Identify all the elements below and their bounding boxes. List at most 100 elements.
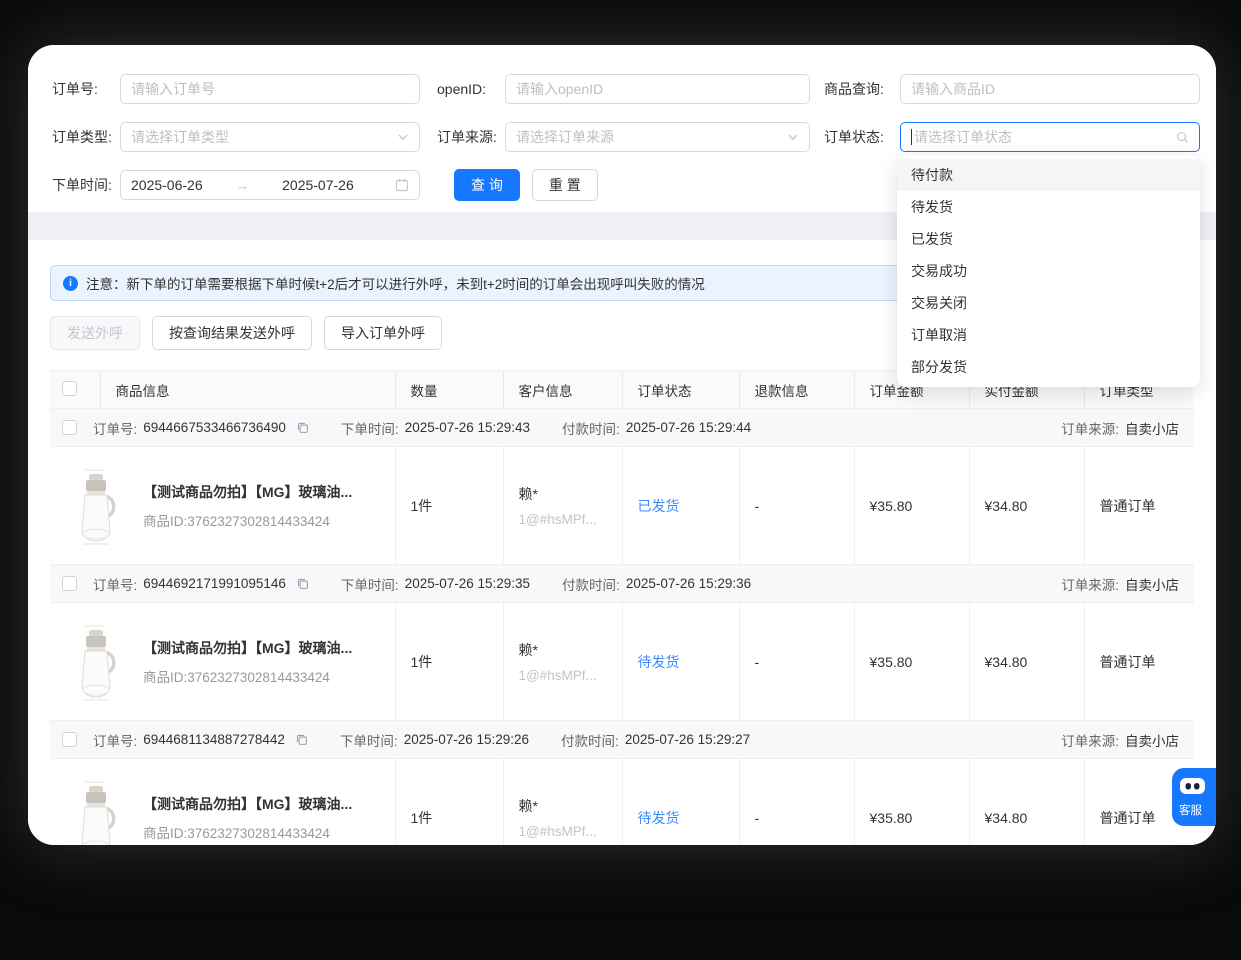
- source-label: 订单来源:: [1061, 574, 1119, 594]
- date-start[interactable]: 2025-06-26: [131, 177, 203, 193]
- copy-icon[interactable]: [296, 421, 309, 434]
- product-query-input[interactable]: [911, 81, 1189, 97]
- order-group-row: 订单号: 6944681134887278442 下单时间: 2025-07-2…: [50, 721, 1194, 759]
- robot-icon: [1179, 776, 1206, 799]
- product-image: [65, 462, 127, 550]
- order-status[interactable]: 待发货: [638, 654, 680, 670]
- order-type-select[interactable]: 请选择订单类型: [120, 122, 420, 152]
- order-type-cell: 普通订单: [1084, 603, 1194, 721]
- order-no-label: 订单号:: [93, 574, 137, 594]
- openid-input[interactable]: [516, 81, 799, 97]
- customer-id: 1@#hsMPf...: [519, 668, 614, 683]
- order-checkbox[interactable]: [62, 732, 77, 747]
- created-value: 2025-07-26 15:29:35: [405, 576, 530, 591]
- paid-value: 2025-07-26 15:29:36: [626, 576, 751, 591]
- order-amount-cell: ¥35.80: [854, 759, 969, 846]
- status-option[interactable]: 部分发货: [897, 351, 1200, 383]
- refund-cell: -: [739, 759, 854, 846]
- order-group-row: 订单号: 6944692171991095146 下单时间: 2025-07-2…: [50, 565, 1194, 603]
- status-option[interactable]: 已发货: [897, 223, 1200, 255]
- created-value: 2025-07-26 15:29:26: [404, 732, 529, 747]
- product-title[interactable]: 【测试商品勿拍】【MG】玻璃油...: [143, 638, 352, 658]
- order-no-label: 订单号:: [93, 730, 137, 750]
- order-amount-cell: ¥35.80: [854, 603, 969, 721]
- qty-cell: 1件: [395, 603, 503, 721]
- paid-amount-cell: ¥34.80: [969, 447, 1084, 565]
- order-source-select[interactable]: 请选择订单来源: [505, 122, 810, 152]
- col-refund: 退款信息: [739, 371, 854, 409]
- status-option[interactable]: 待付款: [897, 159, 1200, 191]
- product-title[interactable]: 【测试商品勿拍】【MG】玻璃油...: [143, 794, 352, 814]
- order-status-dropdown: 待付款 待发货 已发货 交易成功 交易关闭 订单取消 部分发货: [897, 155, 1200, 387]
- order-status-select[interactable]: 请选择订单状态: [900, 122, 1200, 152]
- refund-cell: -: [739, 447, 854, 565]
- order-source-placeholder: 请选择订单来源: [516, 127, 614, 147]
- order-checkbox[interactable]: [62, 420, 77, 435]
- info-icon: i: [63, 276, 78, 291]
- customer-cell: 赖* 1@#hsMPf...: [503, 759, 622, 846]
- created-value: 2025-07-26 15:29:43: [405, 420, 530, 435]
- customer-id: 1@#hsMPf...: [519, 512, 614, 527]
- copy-icon[interactable]: [296, 577, 309, 590]
- order-status[interactable]: 已发货: [638, 498, 680, 514]
- service-label: 客服: [1179, 802, 1202, 818]
- created-label: 下单时间:: [341, 418, 399, 438]
- order-source-label: 订单来源:: [437, 127, 505, 147]
- order-group-row: 订单号: 6944667533466736490 下单时间: 2025-07-2…: [50, 409, 1194, 447]
- customer-cell: 赖* 1@#hsMPf...: [503, 447, 622, 565]
- source-value: 自卖小店: [1125, 730, 1179, 750]
- date-range-picker[interactable]: 2025-06-26 → 2025-07-26: [120, 170, 420, 200]
- chevron-down-icon: [397, 131, 409, 143]
- qty-cell: 1件: [395, 447, 503, 565]
- order-type-placeholder: 请选择订单类型: [131, 127, 229, 147]
- notice-text: 注意：新下单的订单需要根据下单时候t+2后才可以进行外呼，未到t+2时间的订单会…: [86, 273, 705, 293]
- order-status-placeholder: 请选择订单状态: [914, 127, 1012, 147]
- source-label: 订单来源:: [1061, 418, 1119, 438]
- created-label: 下单时间:: [340, 730, 398, 750]
- order-no-input[interactable]: [131, 81, 409, 97]
- customer-name: 赖*: [519, 640, 614, 660]
- refund-cell: -: [739, 603, 854, 721]
- status-option[interactable]: 待发货: [897, 191, 1200, 223]
- text-cursor: [911, 129, 912, 145]
- product-image: [65, 774, 127, 846]
- order-item-row: 【测试商品勿拍】【MG】玻璃油... 商品ID:3762327302814433…: [50, 759, 1194, 846]
- product-image: [65, 618, 127, 706]
- source-label: 订单来源:: [1061, 730, 1119, 750]
- customer-service-button[interactable]: 客服: [1172, 768, 1216, 826]
- date-range-arrow: →: [230, 178, 255, 193]
- paid-amount-cell: ¥34.80: [969, 759, 1084, 846]
- copy-icon[interactable]: [295, 733, 308, 746]
- order-type-cell: 普通订单: [1084, 447, 1194, 565]
- send-call-button[interactable]: 发送外呼: [50, 316, 140, 350]
- col-product: 商品信息: [100, 371, 395, 409]
- order-checkbox[interactable]: [62, 576, 77, 591]
- order-no-value: 6944667533466736490: [143, 420, 286, 435]
- order-no-label: 订单号:: [52, 79, 120, 99]
- paid-value: 2025-07-26 15:29:44: [626, 420, 751, 435]
- col-status: 订单状态: [622, 371, 739, 409]
- status-option[interactable]: 交易关闭: [897, 287, 1200, 319]
- order-status[interactable]: 待发货: [638, 810, 680, 826]
- product-query-input-wrap: [900, 74, 1200, 104]
- reset-button[interactable]: 重 置: [532, 169, 598, 201]
- date-end[interactable]: 2025-07-26: [282, 177, 354, 193]
- status-option[interactable]: 订单取消: [897, 319, 1200, 351]
- openid-input-wrap: [505, 74, 810, 104]
- order-type-label: 订单类型:: [52, 127, 120, 147]
- order-no-input-wrap: [120, 74, 420, 104]
- order-no-value: 6944692171991095146: [143, 576, 286, 591]
- qty-cell: 1件: [395, 759, 503, 846]
- import-orders-button[interactable]: 导入订单外呼: [324, 316, 442, 350]
- paid-value: 2025-07-26 15:29:27: [625, 732, 750, 747]
- created-label: 下单时间:: [341, 574, 399, 594]
- select-all-checkbox[interactable]: [62, 381, 77, 396]
- paid-label: 付款时间:: [562, 574, 620, 594]
- order-item-row: 【测试商品勿拍】【MG】玻璃油... 商品ID:3762327302814433…: [50, 447, 1194, 565]
- order-item-row: 【测试商品勿拍】【MG】玻璃油... 商品ID:3762327302814433…: [50, 603, 1194, 721]
- search-button[interactable]: 查 询: [454, 169, 520, 201]
- search-icon: [1176, 131, 1189, 144]
- status-option[interactable]: 交易成功: [897, 255, 1200, 287]
- send-by-query-button[interactable]: 按查询结果发送外呼: [152, 316, 312, 350]
- product-title[interactable]: 【测试商品勿拍】【MG】玻璃油...: [143, 482, 352, 502]
